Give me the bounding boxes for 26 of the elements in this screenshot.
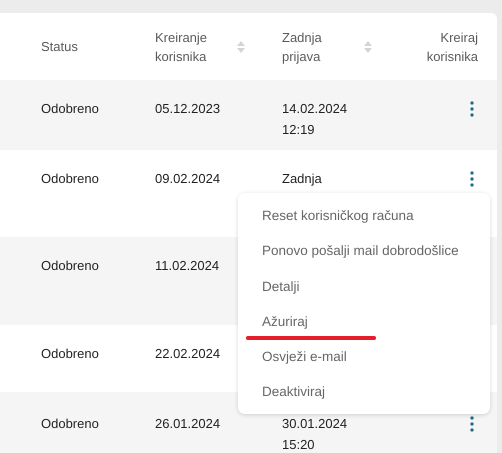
- table-cell: Odobreno: [41, 416, 99, 431]
- column-header[interactable]: Status: [41, 37, 78, 56]
- menu-item[interactable]: Ažuriraj: [238, 304, 490, 340]
- table-cell: Odobreno: [41, 346, 99, 361]
- column-header[interactable]: Kreiranje korisnika: [155, 28, 217, 66]
- menu-item[interactable]: Deaktiviraj: [238, 374, 490, 410]
- column-header[interactable]: Kreiraj korisnika: [398, 28, 478, 66]
- column-header[interactable]: Zadnja prijava: [282, 28, 344, 66]
- menu-item[interactable]: Detalji: [238, 268, 490, 304]
- table-cell: Odobreno: [41, 101, 99, 116]
- table-cell: 26.01.2024: [155, 416, 220, 431]
- menu-item[interactable]: Reset korisničkog računa: [238, 198, 490, 234]
- menu-item[interactable]: Ponovo pošalji mail dobrodošlice: [238, 233, 490, 269]
- table-cell: 11.02.2024: [155, 258, 220, 273]
- table-cell-text: 14.02.2024 12:19: [282, 100, 348, 139]
- table-cell: Odobreno: [41, 258, 99, 273]
- more-options-icon[interactable]: [470, 101, 474, 117]
- table-cell: 05.12.2023: [155, 101, 220, 116]
- table-cell: 22.02.2024: [155, 346, 220, 361]
- table-cell-text: Zadnja: [282, 170, 323, 188]
- table-cell: 09.02.2024: [155, 171, 220, 186]
- more-options-icon[interactable]: [470, 416, 474, 432]
- more-options-icon[interactable]: [470, 171, 474, 187]
- menu-item[interactable]: Osvježi e-mail: [238, 339, 490, 374]
- table-cell: Odobreno: [41, 171, 99, 186]
- table-cell-text: 30.01.2024 15:20: [282, 415, 348, 453]
